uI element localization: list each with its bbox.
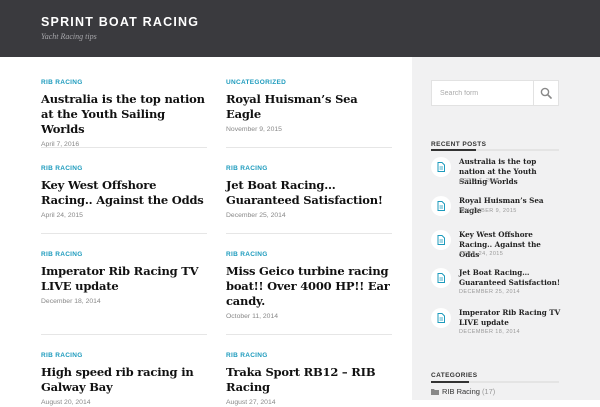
document-icon	[431, 196, 451, 216]
post-date[interactable]: August 20, 2014	[41, 398, 209, 407]
recent-posts-title: RECENT POSTS	[431, 141, 487, 148]
post-card: RIB RACING Jet Boat Racing… Guaranteed S…	[226, 165, 394, 220]
post-divider	[226, 147, 392, 148]
post-title[interactable]: Miss Geico turbine racing boat!! Over 40…	[226, 264, 394, 309]
post-card: RIB RACING Key West Offshore Racing.. Ag…	[41, 165, 209, 220]
category-link[interactable]: RIB Racing	[442, 387, 480, 396]
widget-title-accent	[431, 149, 476, 151]
post-title[interactable]: Australia is the top nation at the Youth…	[41, 92, 209, 137]
post-divider	[226, 334, 392, 335]
recent-post-date: APRIL 24, 2015	[459, 251, 504, 257]
post-category[interactable]: RIB RACING	[41, 79, 209, 87]
post-divider	[41, 334, 207, 335]
post-title[interactable]: Key West Offshore Racing.. Against the O…	[41, 178, 209, 208]
document-icon	[431, 230, 451, 250]
folder-icon	[431, 388, 439, 395]
category-count: (17)	[481, 387, 496, 396]
post-card: RIB RACING Australia is the top nation a…	[41, 79, 209, 149]
post-category[interactable]: UNCATEGORIZED	[226, 79, 394, 87]
post-card: RIB RACING Miss Geico turbine racing boa…	[226, 251, 394, 321]
post-title[interactable]: Royal Huisman’s Sea Eagle	[226, 92, 394, 122]
post-divider	[41, 233, 207, 234]
recent-post-date: DECEMBER 18, 2014	[459, 329, 520, 335]
post-date[interactable]: December 18, 2014	[41, 297, 209, 306]
post-date[interactable]: November 9, 2015	[226, 125, 394, 134]
post-title[interactable]: Imperator Rib Racing TV LIVE update	[41, 264, 209, 294]
recent-post-date: DECEMBER 25, 2014	[459, 289, 520, 295]
post-title[interactable]: Jet Boat Racing… Guaranteed Satisfaction…	[226, 178, 394, 208]
categories-title: CATEGORIES	[431, 372, 478, 379]
recent-post-title[interactable]: Jet Boat Racing… Guaranteed Satisfaction…	[459, 268, 561, 288]
document-icon	[431, 157, 451, 177]
sidebar	[412, 57, 600, 400]
recent-post-date: APRIL 7, 2016	[459, 178, 500, 184]
document-icon	[431, 268, 451, 288]
category-item: RIB Racing (17)	[431, 387, 495, 396]
post-card: RIB RACING High speed rib racing in Galw…	[41, 352, 209, 407]
search-icon	[540, 84, 552, 103]
post-date[interactable]: October 11, 2014	[226, 312, 394, 321]
post-card: UNCATEGORIZED Royal Huisman’s Sea Eagle …	[226, 79, 394, 134]
recent-post-date: NOVEMBER 9, 2015	[459, 208, 517, 214]
post-divider	[226, 233, 392, 234]
site-header: SPRINT BOAT RACING Yacht Racing tips	[0, 0, 600, 57]
search-form	[431, 80, 559, 106]
post-date[interactable]: December 25, 2014	[226, 211, 394, 220]
post-category[interactable]: RIB RACING	[226, 165, 394, 173]
post-card: RIB RACING Traka Sport RB12 – RIB Racing…	[226, 352, 394, 407]
search-input[interactable]	[432, 81, 532, 105]
post-category[interactable]: RIB RACING	[226, 352, 394, 360]
post-date[interactable]: August 27, 2014	[226, 398, 394, 407]
search-button[interactable]	[533, 81, 558, 105]
site-title[interactable]: SPRINT BOAT RACING	[41, 15, 199, 29]
post-title[interactable]: High speed rib racing in Galway Bay	[41, 365, 209, 395]
post-category[interactable]: RIB RACING	[41, 352, 209, 360]
site-description: Yacht Racing tips	[41, 32, 97, 41]
post-category[interactable]: RIB RACING	[41, 251, 209, 259]
post-date[interactable]: April 24, 2015	[41, 211, 209, 220]
post-card: RIB RACING Imperator Rib Racing TV LIVE …	[41, 251, 209, 306]
recent-post-title[interactable]: Imperator Rib Racing TV LIVE update	[459, 308, 561, 328]
post-category[interactable]: RIB RACING	[226, 251, 394, 259]
post-divider	[41, 147, 207, 148]
post-title[interactable]: Traka Sport RB12 – RIB Racing	[226, 365, 394, 395]
document-icon	[431, 308, 451, 328]
widget-title-accent	[431, 381, 469, 383]
post-category[interactable]: RIB RACING	[41, 165, 209, 173]
